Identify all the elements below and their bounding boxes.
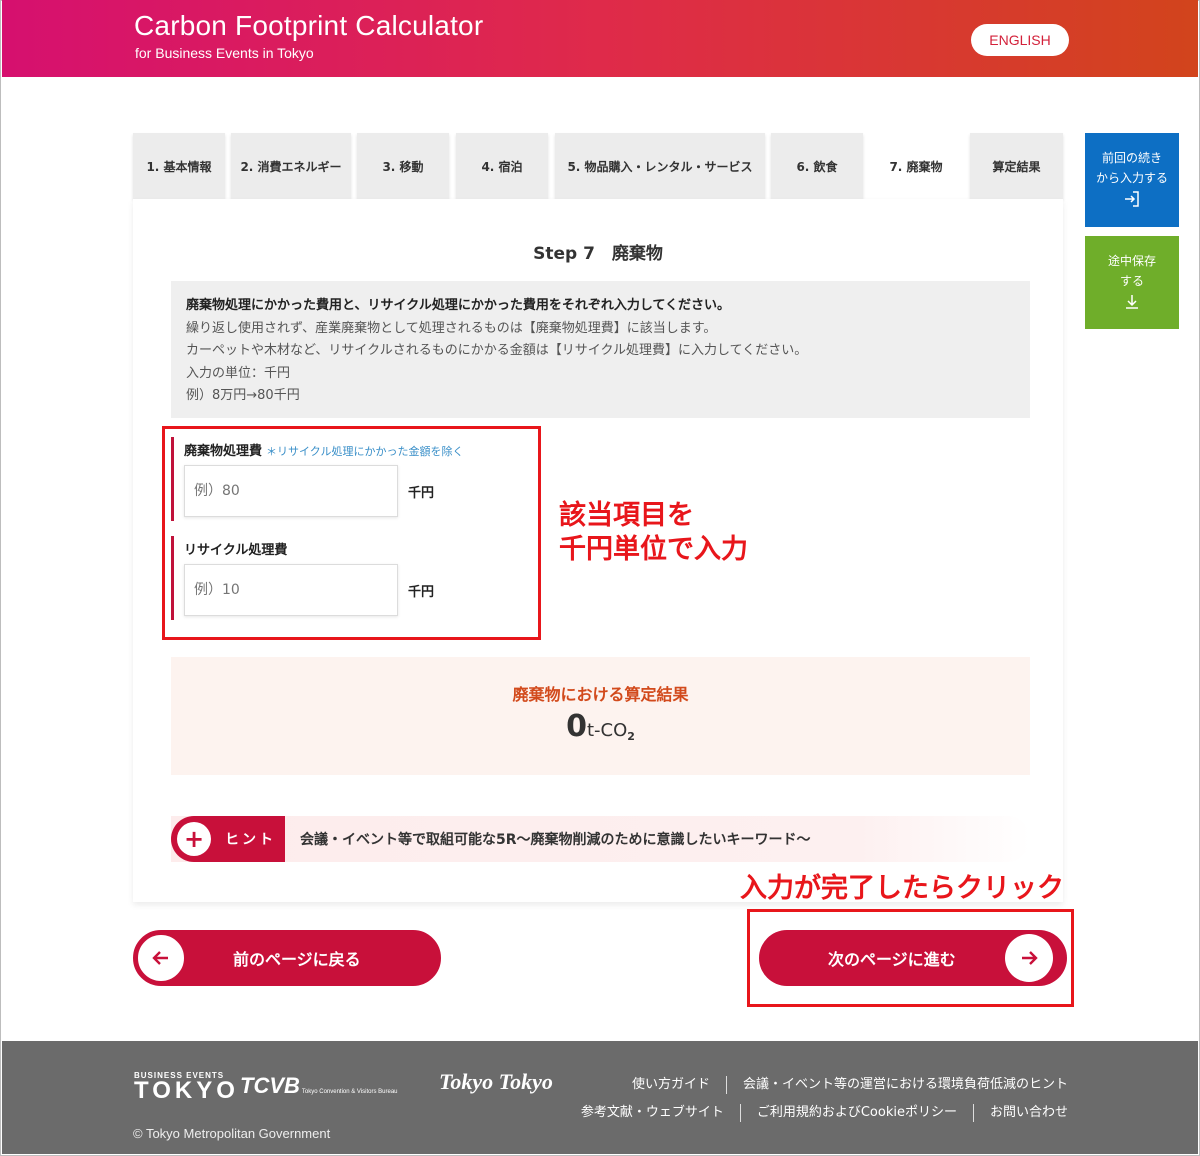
tab-accommodation[interactable]: 4. 宿泊: [456, 133, 548, 199]
site-footer: BUSINESS EVENTS TOKYO TCVB Tokyo Conventi…: [2, 1041, 1198, 1154]
tcvb-logo-sub: Tokyo Convention & Visitors Bureau: [301, 1089, 398, 1095]
resume-label-line1: 前回の続き: [1101, 151, 1162, 165]
download-icon: [1123, 293, 1141, 315]
annotation-line: 該当項目を: [559, 500, 694, 531]
annotation-line: 千円単位で入力: [559, 534, 748, 565]
save-progress-button[interactable]: 途中保存 する: [1085, 236, 1179, 329]
english-button[interactable]: ENGLISH: [971, 24, 1069, 56]
result-unit-subscript: 2: [627, 730, 635, 743]
tab-energy[interactable]: 2. 消費エネルギー: [231, 133, 351, 199]
footer-link-references[interactable]: 参考文献・ウェブサイト: [565, 1104, 740, 1122]
annotation-input-box: [162, 426, 541, 640]
footer-link-guide[interactable]: 使い方ガイド: [616, 1076, 726, 1094]
tokyo-tokyo-logo[interactable]: Tokyo Tokyo: [439, 1069, 553, 1095]
plus-icon: +: [177, 822, 211, 856]
result-value: 0t-CO2: [171, 709, 1030, 744]
resume-button[interactable]: 前回の続き から入力する: [1085, 133, 1179, 227]
prev-page-button[interactable]: 前のページに戻る: [133, 930, 441, 986]
app-header: Carbon Footprint Calculator for Business…: [2, 0, 1198, 77]
instruction-line: 繰り返し使用されず、産業廃棄物として処理されるものは【廃棄物処理費】に該当します…: [186, 320, 717, 336]
hint-badge: + ヒント: [171, 816, 285, 862]
save-label-line2: する: [1119, 273, 1144, 288]
logo1-big-text: TOKYO: [134, 1077, 239, 1104]
tcvb-logo[interactable]: TCVB Tokyo Convention & Visitors Bureau: [240, 1073, 398, 1099]
instruction-line: 入力の単位：千円: [186, 365, 291, 381]
instructions-box: 廃棄物処理にかかった費用と、リサイクル処理にかかった費用をそれぞれ入力してくださ…: [171, 281, 1030, 418]
footer-links-row: 参考文献・ウェブサイト ご利用規約およびCookieポリシー お問い合わせ: [565, 1099, 1068, 1127]
copyright: © Tokyo Metropolitan Government: [133, 1126, 331, 1141]
tab-purchases[interactable]: 5. 物品購入・レンタル・サービス: [555, 133, 765, 199]
annotation-next-box: [747, 909, 1074, 1007]
arrow-left-icon: [137, 934, 185, 982]
prev-page-label: 前のページに戻る: [233, 950, 361, 969]
save-label-line1: 途中保存: [1107, 253, 1156, 268]
step-tabs: 1. 基本情報 2. 消費エネルギー 3. 移動 4. 宿泊 5. 物品購入・レ…: [133, 133, 1063, 199]
hint-text: 会議・イベント等で取組可能な5R〜廃棄物削減のために意識したいキーワード〜: [300, 832, 811, 848]
instruction-line: 廃棄物処理にかかった費用と、リサイクル処理にかかった費用をそれぞれ入力してくださ…: [186, 298, 731, 313]
footer-links: 使い方ガイド 会議・イベント等の運営における環境負荷低減のヒント 参考文献・ウェ…: [565, 1071, 1068, 1127]
business-events-tokyo-logo[interactable]: BUSINESS EVENTS TOKYO: [134, 1071, 239, 1104]
tab-transport[interactable]: 3. 移動: [357, 133, 449, 199]
footer-link-contact[interactable]: お問い合わせ: [972, 1104, 1068, 1122]
tab-results[interactable]: 算定結果: [970, 133, 1063, 199]
result-title: 廃棄物における算定結果: [512, 685, 689, 704]
step-title: Step 7 廃棄物: [533, 244, 663, 264]
result-unit: t-CO: [586, 720, 628, 741]
annotation-click-text: 入力が完了したらクリック: [740, 873, 1064, 904]
app-title: Carbon Footprint Calculator: [134, 10, 484, 41]
app-subtitle: for Business Events in Tokyo: [135, 45, 314, 61]
footer-links-row: 使い方ガイド 会議・イベント等の運営における環境負荷低減のヒント: [565, 1071, 1068, 1099]
result-number: 0: [566, 709, 587, 744]
footer-link-tips[interactable]: 会議・イベント等の運営における環境負荷低減のヒント: [725, 1076, 1068, 1094]
annotation-input-text: 該当項目を 千円単位で入力: [559, 499, 748, 567]
tcvb-logo-text: TCVB: [240, 1073, 300, 1098]
hint-accordion[interactable]: + ヒント 会議・イベント等で取組可能な5R〜廃棄物削減のために意識したいキーワ…: [171, 816, 1030, 862]
result-panel: 廃棄物における算定結果 0t-CO2: [171, 657, 1030, 775]
footer-link-terms[interactable]: ご利用規約およびCookieポリシー: [739, 1104, 973, 1122]
hint-badge-label: ヒント: [225, 832, 276, 848]
tab-food[interactable]: 6. 飲食: [771, 133, 863, 199]
tab-waste[interactable]: 7. 廃棄物: [870, 133, 962, 199]
instruction-line: 例）8万円→80千円: [186, 388, 300, 403]
instruction-line: カーペットや木材など、リサイクルされるものにかかる金額は【リサイクル処理費】に入…: [186, 343, 808, 358]
resume-label-line2: から入力する: [1095, 171, 1168, 185]
login-icon: [1123, 190, 1141, 212]
tab-basic-info[interactable]: 1. 基本情報: [133, 133, 225, 199]
